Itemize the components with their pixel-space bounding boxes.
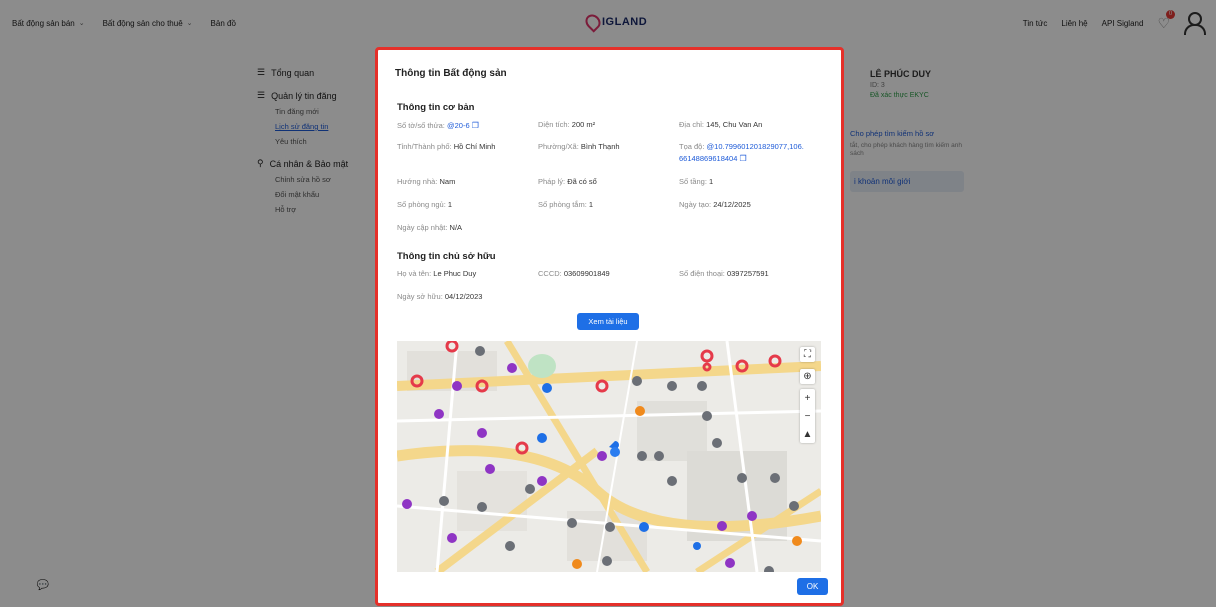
- phong-ngu-value: 1: [447, 200, 453, 209]
- view-documents-button[interactable]: Xem tài liệu: [577, 313, 639, 330]
- dia-chi-label: Địa chỉ:: [679, 120, 705, 129]
- cap-nhat-label: Ngày cập nhật:: [397, 223, 448, 232]
- map-canvas: [397, 341, 821, 572]
- field-dien-tich: Diện tích: 200 m²: [538, 120, 595, 131]
- field-tinh: Tỉnh/Thành phố: Hồ Chí Minh: [397, 142, 495, 153]
- phuong-value: Bình Thạnh: [580, 142, 620, 151]
- toa-do-link-2[interactable]: 66148869618404: [679, 154, 737, 163]
- so-tang-label: Số tầng:: [679, 177, 707, 186]
- ngay-so-huu-label: Ngày sở hữu:: [397, 292, 443, 301]
- owner-info-title: Thông tin chủ sở hữu: [397, 251, 496, 262]
- field-phap-ly: Pháp lý: Đã có sổ: [538, 177, 597, 188]
- field-toa-do: Tọa độ: @10.799601201829077,106. 6614886…: [679, 142, 829, 165]
- sdt-value: 0397257591: [726, 269, 769, 278]
- field-ngay-so-huu: Ngày sở hữu: 04/12/2023: [397, 292, 482, 303]
- copy-icon[interactable]: ❐: [740, 154, 747, 163]
- ho-ten-value: Le Phuc Duy: [433, 269, 477, 278]
- zoom-in-button[interactable]: +: [800, 389, 815, 407]
- toa-do-label: Tọa độ:: [679, 142, 705, 151]
- phong-tam-value: 1: [588, 200, 594, 209]
- dien-tich-label: Diện tích:: [538, 120, 570, 129]
- field-dia-chi: Địa chỉ: 145, Chu Van An: [679, 120, 762, 131]
- field-phong-tam: Số phòng tắm: 1: [538, 200, 593, 211]
- modal-title: Thông tin Bất động sản: [395, 68, 507, 79]
- property-map[interactable]: ⛶ ⊕ + − ▲: [397, 341, 821, 572]
- phong-ngu-label: Số phòng ngủ:: [397, 200, 446, 209]
- compass-icon[interactable]: ▲: [800, 425, 815, 443]
- phap-ly-value: Đã có sổ: [567, 177, 597, 186]
- field-cccd: CCCD: 03609901849: [538, 269, 610, 280]
- field-phong-ngu: Số phòng ngủ: 1: [397, 200, 452, 211]
- field-cap-nhat: Ngày cập nhật: N/A: [397, 223, 462, 234]
- field-sdt: Số điện thoại: 0397257591: [679, 269, 769, 280]
- tinh-label: Tỉnh/Thành phố:: [397, 142, 452, 151]
- dien-tich-value: 200 m²: [571, 120, 596, 129]
- huong-value: Nam: [439, 177, 456, 186]
- so-tang-value: 1: [709, 177, 714, 186]
- ngay-so-huu-value: 04/12/2023: [444, 292, 483, 301]
- field-huong: Hướng nhà: Nam: [397, 177, 455, 188]
- field-so-tang: Số tầng: 1: [679, 177, 713, 188]
- phap-ly-label: Pháp lý:: [538, 177, 566, 186]
- ho-ten-label: Họ và tên:: [397, 269, 432, 278]
- zoom-controls: + − ▲: [800, 389, 815, 443]
- property-info-modal: Thông tin Bất động sản Thông tin cơ bản …: [375, 47, 844, 606]
- ngay-tao-label: Ngày tạo:: [679, 200, 712, 209]
- cccd-value: 03609901849: [563, 269, 610, 278]
- toa-do-link-1[interactable]: @10.799601201829077,106.: [707, 142, 804, 151]
- huong-label: Hướng nhà:: [397, 177, 438, 186]
- copy-icon[interactable]: ❐: [472, 121, 479, 130]
- tinh-value: Hồ Chí Minh: [453, 142, 496, 151]
- basic-info-title: Thông tin cơ bản: [397, 102, 475, 113]
- ok-button[interactable]: OK: [797, 578, 828, 595]
- phong-tam-label: Số phòng tắm:: [538, 200, 587, 209]
- sdt-label: Số điện thoại:: [679, 269, 725, 278]
- field-ngay-tao: Ngày tạo: 24/12/2025: [679, 200, 751, 211]
- so-to-link[interactable]: @20-6: [447, 121, 470, 130]
- cccd-label: CCCD:: [538, 269, 562, 278]
- ngay-tao-value: 24/12/2025: [713, 200, 751, 209]
- cap-nhat-value: N/A: [449, 223, 463, 232]
- field-phuong: Phường/Xã: Bình Thạnh: [538, 142, 620, 153]
- field-so-to: Số tờ/số thửa: @20-6 ❐: [397, 120, 479, 132]
- fullscreen-icon[interactable]: ⛶: [800, 347, 815, 362]
- so-to-label: Số tờ/số thửa:: [397, 121, 445, 130]
- zoom-out-button[interactable]: −: [800, 407, 815, 425]
- dia-chi-value: 145, Chu Van An: [706, 120, 763, 129]
- phuong-label: Phường/Xã:: [538, 142, 579, 151]
- field-ho-ten: Họ và tên: Le Phuc Duy: [397, 269, 476, 280]
- locate-icon[interactable]: ⊕: [800, 369, 815, 384]
